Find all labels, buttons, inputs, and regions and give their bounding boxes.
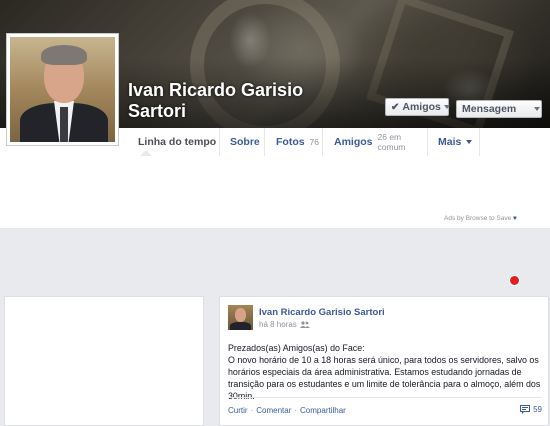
tab-label: Mais — [438, 136, 462, 148]
chevron-down-icon — [534, 107, 541, 111]
comment-link[interactable]: Comentar — [256, 406, 291, 415]
friends-button-label: Amigos — [402, 101, 441, 113]
heart-icon: ♥ — [513, 215, 517, 222]
like-link[interactable]: Curtir — [228, 406, 248, 415]
check-icon: ✔ — [391, 101, 400, 113]
message-button-label: Mensagem — [462, 103, 517, 115]
tab-friends[interactable]: Amigos 26 em comum — [324, 128, 428, 156]
tab-label: Sobre — [230, 136, 260, 148]
left-column-card — [4, 296, 204, 426]
post-body: Prezados(as) Amigos(as) do Face: O novo … — [228, 342, 546, 402]
separator-dot: · — [294, 406, 298, 415]
separator-dot: · — [250, 406, 254, 415]
post-text: O novo horário de 10 a 18 horas será úni… — [228, 355, 541, 401]
notification-dot[interactable] — [509, 275, 520, 286]
friends-button[interactable]: ✔ Amigos — [385, 98, 450, 116]
tab-label: Fotos — [276, 136, 305, 148]
photo-hair — [41, 45, 87, 65]
tab-label: Amigos — [334, 136, 373, 148]
post-author[interactable]: Ivan Ricardo Garisio Sartori — [259, 307, 385, 318]
tab-about[interactable]: Sobre — [220, 128, 265, 156]
tab-photos[interactable]: Fotos 76 — [266, 128, 323, 156]
post-actions: Curtir · Comentar · Compartilhar — [228, 406, 346, 415]
tab-count: 26 em comum — [377, 132, 406, 152]
comment-count[interactable]: 59 — [520, 405, 542, 414]
comment-count-value: 59 — [533, 405, 542, 414]
timeline-post: Ivan Ricardo Garisio Sartori há 8 horas … — [219, 296, 549, 426]
message-button[interactable]: Mensagem — [456, 100, 542, 118]
profile-photo — [10, 37, 115, 142]
tab-more[interactable]: Mais — [428, 128, 480, 156]
post-greeting: Prezados(as) Amigos(as) do Face: — [228, 343, 365, 353]
profile-picture[interactable] — [6, 33, 119, 146]
tab-count: 76 — [309, 137, 320, 147]
active-tab-indicator — [140, 150, 152, 156]
profile-name[interactable]: Ivan Ricardo Garisio Sartori — [128, 80, 308, 122]
friends-audience-icon[interactable] — [299, 321, 310, 328]
post-meta: há 8 horas — [259, 320, 310, 329]
post-time[interactable]: há 8 horas — [259, 320, 297, 329]
avatar[interactable] — [228, 305, 253, 330]
chevron-down-icon — [466, 140, 473, 144]
tab-label: Linha do tempo — [138, 136, 217, 148]
comment-icon — [520, 405, 531, 414]
share-link[interactable]: Compartilhar — [300, 406, 346, 415]
chevron-down-icon — [443, 105, 450, 109]
ads-attribution[interactable]: Ads by Browse to Save ♥ — [444, 215, 517, 222]
post-divider — [228, 397, 542, 398]
ads-label: Ads by Browse to Save — [444, 215, 512, 222]
photo-tie — [60, 107, 68, 142]
